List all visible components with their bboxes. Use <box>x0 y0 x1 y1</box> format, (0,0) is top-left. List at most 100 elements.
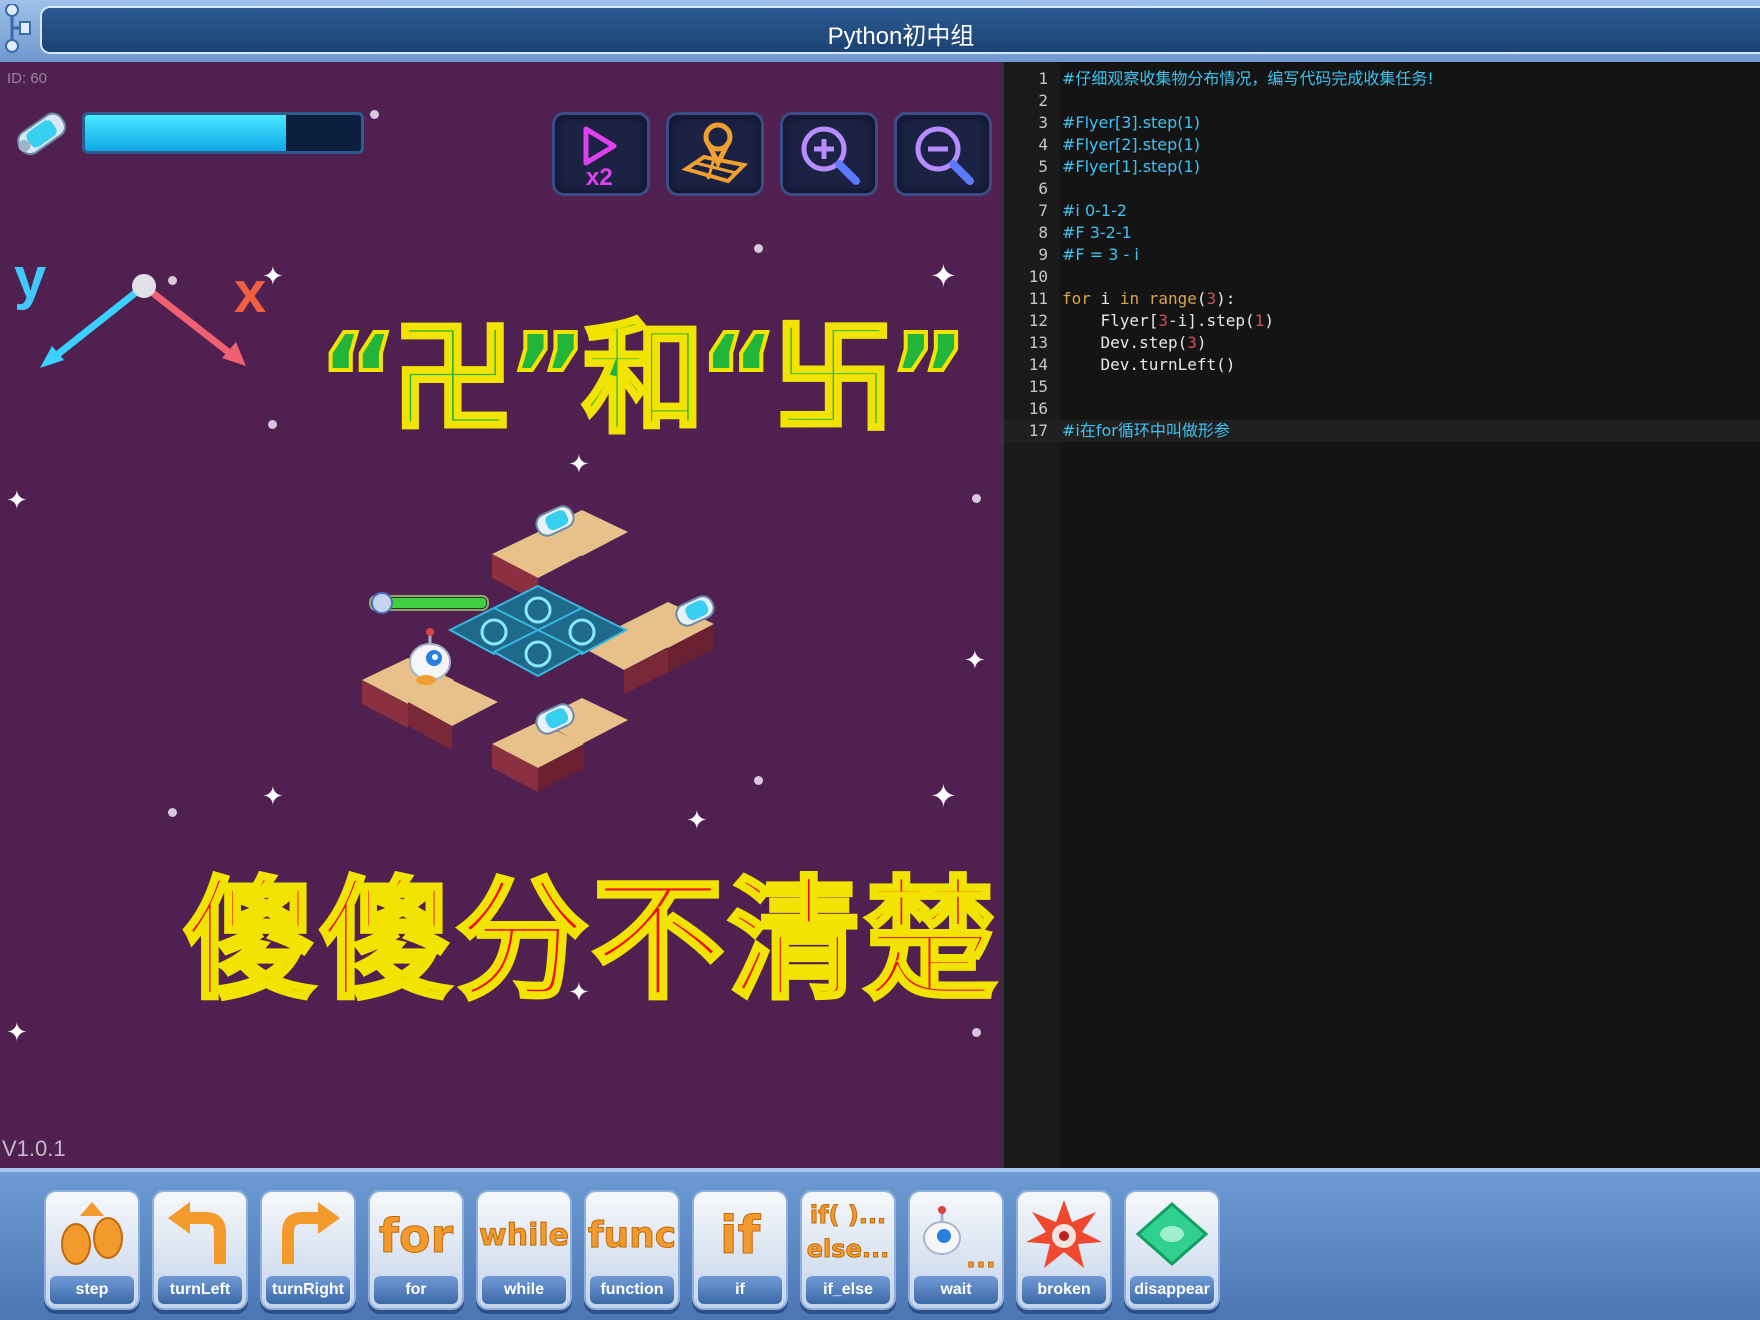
block-label: wait <box>914 1276 998 1304</box>
dot <box>168 808 177 817</box>
code-line[interactable]: 17 #i在for循环中叫做形参 <box>1004 420 1760 442</box>
block-word: func <box>587 1215 677 1257</box>
line-number: 4 <box>1038 135 1048 154</box>
code-line[interactable]: 16 <box>1004 398 1760 420</box>
line-number: 14 <box>1028 355 1048 374</box>
game-canvas[interactable]: ID: 60 x2 y x ✦ ✦ ✦ ✦ ✦ ✦ ✦ ✦ ✦ ✦ “卍”和“卐… <box>0 62 1002 1168</box>
line-number: 17 <box>1028 421 1048 440</box>
broken-block[interactable]: broken <box>1016 1190 1112 1310</box>
dot <box>972 494 981 503</box>
block-label: if <box>698 1276 782 1304</box>
code-line[interactable]: 4 #Flyer[2].step(1) <box>1004 134 1760 156</box>
disappear-block[interactable]: disappear <box>1124 1190 1220 1310</box>
map-button[interactable] <box>666 112 764 196</box>
star: ✦ <box>262 262 284 292</box>
energy-capsule-icon <box>17 112 67 156</box>
line-number: 11 <box>1028 289 1048 308</box>
broken-burst-icon <box>1018 1198 1110 1276</box>
line-number: 8 <box>1038 223 1048 242</box>
dot <box>972 1028 981 1037</box>
block-label: turnLeft <box>158 1276 242 1304</box>
overlay-title-swastikas: “卍”和“卐” <box>316 306 971 452</box>
function-block[interactable]: func function <box>584 1190 680 1310</box>
line-number: 1 <box>1038 69 1048 88</box>
y-axis-label: y <box>14 246 46 311</box>
code-line[interactable]: 12 Flyer[3-i].step(1) <box>1004 310 1760 332</box>
app-title: Python初中组 <box>827 23 975 50</box>
star: ✦ <box>262 782 284 812</box>
line-number: 2 <box>1038 91 1048 110</box>
map-pin-icon <box>681 122 749 184</box>
disappear-tile-icon <box>1126 1198 1218 1276</box>
if-else-block[interactable]: if( )... else... if_else <box>800 1190 896 1310</box>
line-number: 7 <box>1038 201 1048 220</box>
line-number: 13 <box>1028 333 1048 352</box>
code-text[interactable]: Flyer[3-i].step(1) <box>1062 310 1274 332</box>
turn-left-arrow-icon <box>154 1198 246 1276</box>
step-block[interactable]: step <box>44 1190 140 1310</box>
block-toolbar: step turnLeft turnRight for for while while fun… <box>0 1168 1760 1320</box>
for-word-icon: for <box>370 1198 462 1276</box>
star: ✦ <box>930 777 957 815</box>
turnLeft-block[interactable]: turnLeft <box>152 1190 248 1310</box>
tree-menu-icon[interactable] <box>2 4 32 58</box>
dot <box>268 420 277 429</box>
block-label: broken <box>1022 1276 1106 1304</box>
code-text[interactable]: for i in range(3): <box>1062 288 1235 310</box>
code-line[interactable]: 15 <box>1004 376 1760 398</box>
code-text[interactable]: #Flyer[2].step(1) <box>1062 134 1200 156</box>
code-line[interactable]: 5 #Flyer[1].step(1) <box>1004 156 1760 178</box>
code-line[interactable]: 11 for i in range(3): <box>1004 288 1760 310</box>
robot-wait-icon: ... <box>910 1198 1002 1276</box>
energy-fill <box>85 115 287 151</box>
code-text[interactable]: #F = 3 - i <box>1062 244 1139 266</box>
code-text[interactable]: #Flyer[1].step(1) <box>1062 156 1200 178</box>
wait-block[interactable]: ... wait <box>908 1190 1004 1310</box>
level-id: ID: 60 <box>7 70 48 87</box>
line-number: 3 <box>1038 113 1048 132</box>
block-word: if( )... <box>809 1201 887 1230</box>
code-line[interactable]: 1 #仔细观察收集物分布情况，编写代码完成收集任务! <box>1004 68 1760 90</box>
code-text[interactable]: Dev.step(3) <box>1062 332 1207 354</box>
code-line[interactable]: 8 #F 3-2-1 <box>1004 222 1760 244</box>
zoom-out-icon <box>915 126 974 185</box>
code-text[interactable]: #i 0-1-2 <box>1062 200 1127 222</box>
if-else-word-icon: if( )... else... <box>802 1198 894 1276</box>
code-line[interactable]: 7 #i 0-1-2 <box>1004 200 1760 222</box>
line-number: 12 <box>1028 311 1048 330</box>
svg-text:x2: x2 <box>586 164 613 191</box>
version-label: V1.0.1 <box>2 1136 66 1161</box>
code-text[interactable]: #i在for循环中叫做形参 <box>1062 420 1230 442</box>
title-panel: Python初中组 <box>40 6 1760 54</box>
turnRight-block[interactable]: turnRight <box>260 1190 356 1310</box>
line-number: 16 <box>1028 399 1048 418</box>
code-line[interactable]: 9 #F = 3 - i <box>1004 244 1760 266</box>
code-line[interactable]: 3 #Flyer[3].step(1) <box>1004 112 1760 134</box>
zoom-out-button[interactable] <box>894 112 992 196</box>
line-number: 10 <box>1028 267 1048 286</box>
code-text[interactable]: #仔细观察收集物分布情况，编写代码完成收集任务! <box>1062 68 1434 90</box>
block-word: else... <box>806 1235 890 1264</box>
code-line[interactable]: 13 Dev.step(3) <box>1004 332 1760 354</box>
star: ✦ <box>964 646 986 676</box>
code-line[interactable]: 2 <box>1004 90 1760 112</box>
func-word-icon: func <box>586 1198 678 1276</box>
code-line[interactable]: 14 Dev.turnLeft() <box>1004 354 1760 376</box>
block-label: function <box>590 1276 674 1304</box>
code-line[interactable]: 6 <box>1004 178 1760 200</box>
code-line[interactable]: 10 <box>1004 266 1760 288</box>
code-text[interactable]: Dev.turnLeft() <box>1062 354 1236 376</box>
for-block[interactable]: for for <box>368 1190 464 1310</box>
zoom-in-button[interactable] <box>780 112 878 196</box>
block-label: if_else <box>806 1276 890 1304</box>
code-text[interactable]: #F 3-2-1 <box>1062 222 1132 244</box>
code-text[interactable]: #Flyer[3].step(1) <box>1062 112 1200 134</box>
zoom-in-icon <box>801 126 860 185</box>
energy-bar <box>82 112 364 154</box>
if-block[interactable]: if if <box>692 1190 788 1310</box>
level-scene[interactable] <box>360 482 760 862</box>
dot <box>370 110 379 119</box>
speed-x2-button[interactable]: x2 <box>552 112 650 196</box>
code-editor[interactable]: 1 #仔细观察收集物分布情况，编写代码完成收集任务! 2 3 #Flyer[3].ste… <box>1002 62 1760 1168</box>
while-block[interactable]: while while <box>476 1190 572 1310</box>
